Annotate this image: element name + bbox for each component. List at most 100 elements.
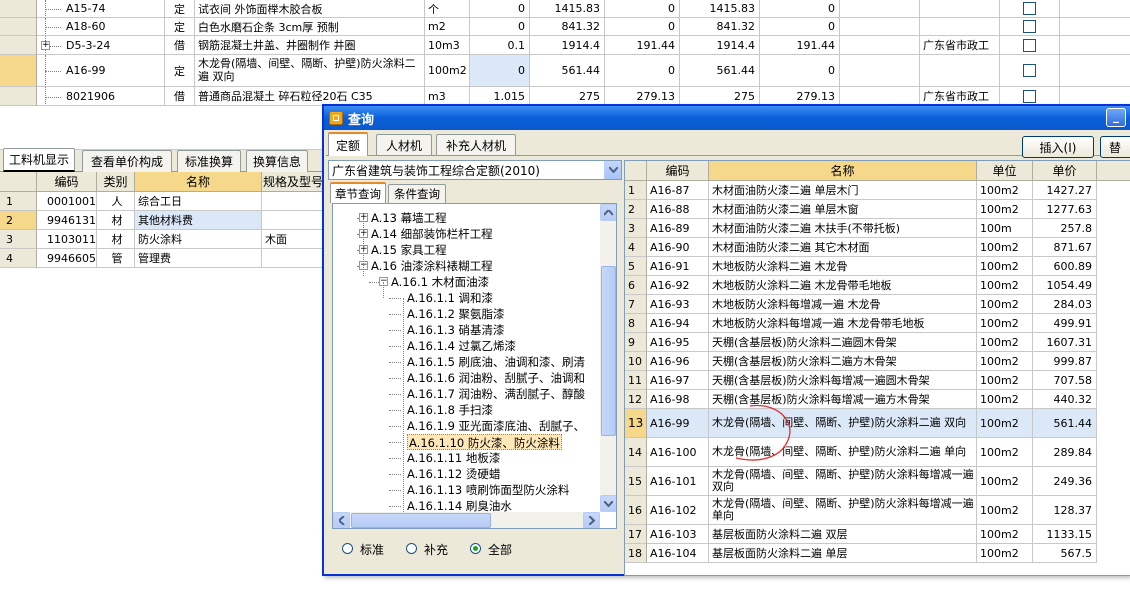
- tree-node[interactable]: A.16.1.10 防火漆、防火涂料: [407, 434, 562, 450]
- result-cell[interactable]: 天棚(含基层板)防火涂料二遍方木骨架: [709, 352, 977, 371]
- tree-hscroll-thumb[interactable]: [351, 513, 491, 528]
- result-cell[interactable]: 100m2: [977, 409, 1033, 438]
- tree-node[interactable]: A.16.1.3 硝基清漆: [407, 322, 505, 338]
- result-cell[interactable]: A16-101: [647, 467, 709, 496]
- tree-horizontal-scrollbar[interactable]: [333, 512, 600, 528]
- result-cell[interactable]: 100m2: [977, 333, 1033, 352]
- tree-node[interactable]: A.16.1.7 润油粉、满刮腻子、醇酸: [407, 386, 585, 402]
- result-cell[interactable]: 100m2: [977, 544, 1033, 563]
- checkbox[interactable]: [1023, 89, 1036, 103]
- result-cell[interactable]: 木材面油防火漆二遍 木扶手(不带托板): [709, 219, 977, 238]
- result-cell[interactable]: 100m2: [977, 390, 1033, 409]
- result-cell[interactable]: 600.89: [1033, 257, 1097, 276]
- result-cell[interactable]: 木地板防火涂料每增减一遍 木龙骨: [709, 295, 977, 314]
- bottom-tab[interactable]: 标准换算: [177, 150, 241, 172]
- result-cell[interactable]: 木地板防火涂料二遍 木龙骨: [709, 257, 977, 276]
- result-cell[interactable]: 289.84: [1033, 438, 1097, 467]
- column-header[interactable]: 单位: [977, 161, 1033, 181]
- result-cell[interactable]: 567.5: [1033, 544, 1097, 563]
- table-cell[interactable]: 材: [97, 230, 135, 249]
- tree-node[interactable]: A.16.1.6 润油粉、刮腻子、油调和: [407, 370, 585, 386]
- table-cell[interactable]: 综合工日: [135, 192, 262, 211]
- result-cell[interactable]: A16-91: [647, 257, 709, 276]
- result-cell[interactable]: 249.36: [1033, 467, 1097, 496]
- tree-node[interactable]: A.13 幕墙工程: [371, 210, 447, 226]
- result-cell[interactable]: A16-90: [647, 238, 709, 257]
- tree-node[interactable]: A.16.1.8 手扫漆: [407, 402, 493, 418]
- result-cell[interactable]: A16-92: [647, 276, 709, 295]
- scroll-left-icon[interactable]: [333, 512, 350, 528]
- tree-node[interactable]: A.16.1 木材面油漆: [391, 274, 489, 290]
- table-cell[interactable]: 人: [97, 192, 135, 211]
- column-header[interactable]: 单价: [1033, 161, 1097, 181]
- tree-node[interactable]: A.16.1.2 聚氨脂漆: [407, 306, 505, 322]
- result-cell[interactable]: 100m2: [977, 276, 1033, 295]
- column-header[interactable]: 编码: [37, 172, 97, 192]
- table-cell[interactable]: 其他材料费: [135, 211, 262, 230]
- radio-button[interactable]: [342, 543, 353, 554]
- tree-scroll-thumb[interactable]: [601, 266, 616, 436]
- table-cell[interactable]: 木面: [262, 230, 325, 249]
- result-cell[interactable]: 100m: [977, 219, 1033, 238]
- result-cell[interactable]: 100m2: [977, 438, 1033, 467]
- result-cell[interactable]: 257.8: [1033, 219, 1097, 238]
- result-cell[interactable]: 100m2: [977, 181, 1033, 200]
- tree-node[interactable]: A.16.1.5 刷底油、油调和漆、刷清: [407, 354, 585, 370]
- result-cell[interactable]: A16-97: [647, 371, 709, 390]
- column-header[interactable]: 名称: [135, 172, 262, 192]
- expand-icon[interactable]: +: [41, 40, 50, 50]
- tree-node[interactable]: A.16.1.11 地板漆: [407, 450, 500, 466]
- checkbox[interactable]: [1023, 20, 1036, 33]
- tree-node[interactable]: A.16.1.12 烫硬蜡: [407, 466, 500, 482]
- column-header[interactable]: 类别: [97, 172, 135, 192]
- row-checkbox-cell[interactable]: [1000, 0, 1060, 18]
- table-cell[interactable]: [262, 211, 325, 230]
- library-select[interactable]: 广东省建筑与装饰工程综合定额(2010): [328, 160, 622, 180]
- tree-node[interactable]: A.15 家具工程: [371, 242, 447, 258]
- result-cell[interactable]: 499.91: [1033, 314, 1097, 333]
- replace-button[interactable]: 替: [1100, 136, 1130, 158]
- table-cell[interactable]: 0001001: [37, 192, 97, 211]
- table-cell[interactable]: [262, 249, 325, 268]
- chevron-down-icon[interactable]: [604, 161, 621, 179]
- radio-button[interactable]: [470, 543, 481, 554]
- table-cell[interactable]: 1103011: [37, 230, 97, 249]
- bottom-tab[interactable]: 换算信息: [246, 150, 308, 172]
- result-cell[interactable]: 1277.63: [1033, 200, 1097, 219]
- column-header[interactable]: 名称: [709, 161, 977, 181]
- dialog-tab[interactable]: 人材机: [376, 134, 432, 156]
- result-cell[interactable]: 木龙骨(隔墙、间壁、隔断、护壁)防火涂料每增减一遍 单向: [709, 496, 977, 525]
- result-cell[interactable]: A16-104: [647, 544, 709, 563]
- result-cell[interactable]: 561.44: [1033, 409, 1097, 438]
- result-cell[interactable]: A16-103: [647, 525, 709, 544]
- table-cell[interactable]: [262, 192, 325, 211]
- row-checkbox-cell[interactable]: [1000, 55, 1060, 87]
- result-cell[interactable]: 707.58: [1033, 371, 1097, 390]
- row-checkbox-cell[interactable]: [1000, 36, 1060, 55]
- insert-button[interactable]: 插入(I): [1022, 136, 1094, 158]
- result-cell[interactable]: 284.03: [1033, 295, 1097, 314]
- table-cell[interactable]: 材: [97, 211, 135, 230]
- result-cell[interactable]: 100m2: [977, 496, 1033, 525]
- dialog-title-bar[interactable]: 查询 _: [324, 106, 1130, 130]
- result-cell[interactable]: 天棚(含基层板)防火涂料二遍圆木骨架: [709, 333, 977, 352]
- result-cell[interactable]: 100m2: [977, 525, 1033, 544]
- dialog-tab[interactable]: 补充人材机: [436, 134, 516, 156]
- tree-node[interactable]: A.16.1.9 亚光面漆底油、刮腻子、: [407, 418, 585, 434]
- result-cell[interactable]: A16-95: [647, 333, 709, 352]
- tree-node[interactable]: A.16.1.14 刷臭油水: [407, 498, 512, 512]
- result-cell[interactable]: 木地板防火涂料二遍 木龙骨带毛地板: [709, 276, 977, 295]
- result-cell[interactable]: A16-88: [647, 200, 709, 219]
- table-cell[interactable]: 9946131: [37, 211, 97, 230]
- result-cell[interactable]: 100m2: [977, 200, 1033, 219]
- bottom-tab[interactable]: 工料机显示: [3, 148, 75, 172]
- result-cell[interactable]: 100m2: [977, 467, 1033, 496]
- table-cell[interactable]: 9946605: [37, 249, 97, 268]
- column-header[interactable]: 规格及型号: [262, 172, 325, 192]
- result-cell[interactable]: 128.37: [1033, 496, 1097, 525]
- query-mode-tab[interactable]: 章节查询: [330, 182, 386, 203]
- result-cell[interactable]: 天棚(含基层板)防火涂料每增减一遍圆木骨架: [709, 371, 977, 390]
- result-cell[interactable]: 100m2: [977, 295, 1033, 314]
- result-cell[interactable]: 100m2: [977, 314, 1033, 333]
- result-cell[interactable]: 100m2: [977, 238, 1033, 257]
